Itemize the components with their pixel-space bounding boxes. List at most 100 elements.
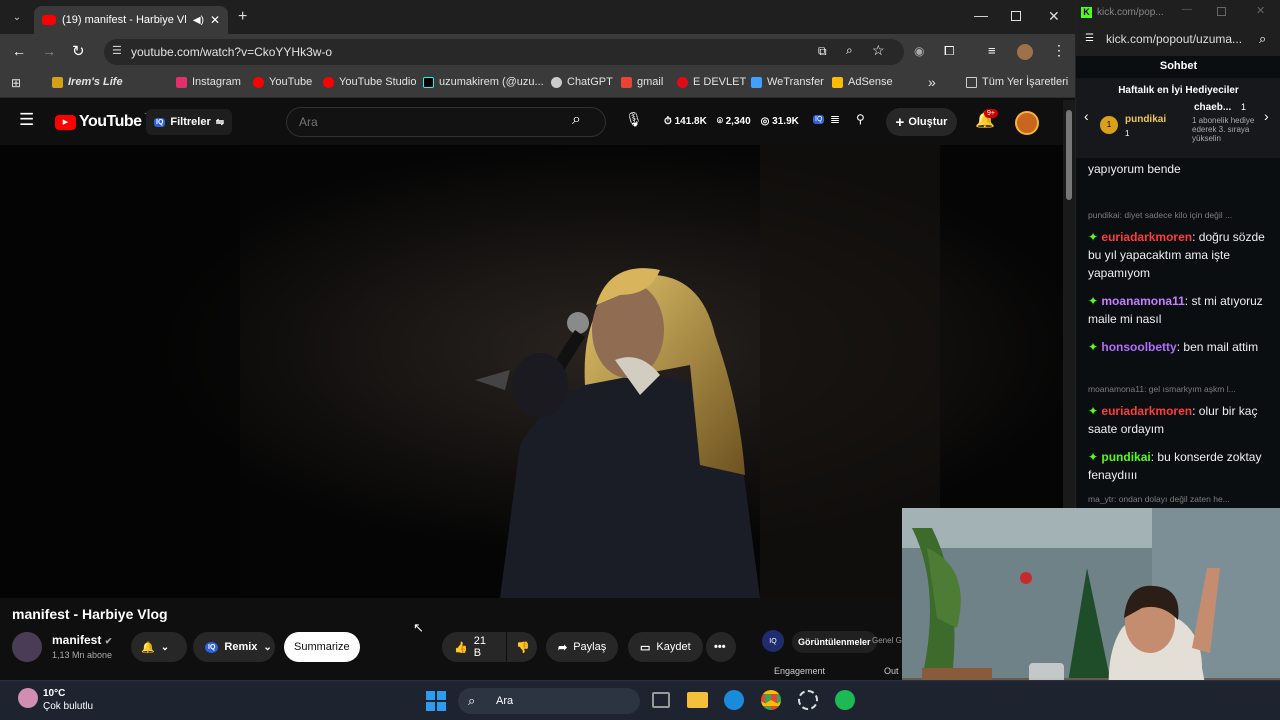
- hamburger-menu-icon[interactable]: ☰: [19, 110, 34, 130]
- menu-icon[interactable]: ⋮: [1052, 42, 1066, 59]
- obs-icon[interactable]: [798, 690, 818, 710]
- chat-maximize-icon[interactable]: [1217, 7, 1226, 16]
- views-tab[interactable]: Görüntülenmeler: [792, 631, 877, 653]
- close-window-icon[interactable]: ✕: [1048, 8, 1060, 25]
- top-gifter-name: pundikai: [1125, 114, 1167, 125]
- address-bar-row: ← → ↻ youtube.com/watch?v=CkoYYHk3w-o ☰ …: [0, 34, 1075, 70]
- bookmark-wetransfer[interactable]: WeTransfer: [751, 76, 824, 88]
- tiktok-icon: [423, 76, 434, 88]
- bookmark-label: AdSense: [848, 76, 893, 88]
- general-tab[interactable]: Genel G: [872, 636, 902, 645]
- channel-name[interactable]: manifest ✔: [52, 633, 112, 647]
- bookmark-gmail[interactable]: gmail: [621, 76, 663, 88]
- popout-settings-icon[interactable]: ☰: [1085, 33, 1094, 44]
- scrollbar-thumb[interactable]: [1066, 110, 1072, 200]
- new-tab-icon[interactable]: +: [238, 8, 247, 26]
- chrome-icon[interactable]: [761, 690, 781, 710]
- chat-message-continuation: yapıyorum bende: [1088, 162, 1181, 176]
- like-button[interactable]: 👍 21 B: [442, 632, 506, 662]
- audio-icon[interactable]: ◀): [193, 15, 204, 26]
- maximize-icon[interactable]: [1011, 11, 1021, 21]
- gifters-next-icon[interactable]: ›: [1264, 108, 1269, 124]
- windows-taskbar: 10°C Çok bulutlu ⌕ Ara: [0, 680, 1280, 720]
- windows-start-icon[interactable]: [426, 691, 446, 711]
- all-bookmarks[interactable]: Tüm Yer İşaretleri: [966, 76, 1068, 88]
- back-icon[interactable]: ←: [12, 43, 26, 59]
- apps-icon[interactable]: ⊞: [11, 76, 21, 90]
- iq-extension-icon[interactable]: IQ: [813, 115, 825, 124]
- spotify-icon[interactable]: [835, 690, 855, 710]
- chat-username[interactable]: honsoolbetty: [1101, 340, 1176, 354]
- zoom-icon[interactable]: ⌕: [846, 43, 853, 58]
- remix-button[interactable]: IQ Remix ⌄: [193, 632, 275, 662]
- reload-icon[interactable]: ↻: [72, 42, 85, 60]
- save-button[interactable]: ▭ Kaydet: [628, 632, 703, 662]
- bookmark-label: E DEVLET: [693, 76, 747, 88]
- chat-message: ✦ moanamona11: st mi atıyoruz maile mi n…: [1088, 292, 1268, 328]
- bookmark-chatgpt[interactable]: ChatGPT: [551, 76, 613, 88]
- chat-username[interactable]: euriadarkmoren: [1101, 230, 1192, 244]
- bookmark-irems-life[interactable]: Irem's Life: [52, 76, 123, 88]
- filters-button[interactable]: IQ Filtreler ⇋: [146, 109, 233, 135]
- microphone-icon[interactable]: 🎙: [625, 111, 643, 128]
- filter-sliders-icon: ⇋: [215, 116, 225, 128]
- bookmark-star-icon[interactable]: ☆: [872, 42, 885, 59]
- summarize-button[interactable]: Summarize: [284, 632, 360, 662]
- gift-promo-text: 1 abonelik hediye ederek 3. sıraya yükse…: [1192, 116, 1255, 143]
- search-icon[interactable]: ⌕: [572, 111, 581, 129]
- youtube-search-box[interactable]: ⌕: [286, 107, 606, 137]
- youtube-logo-text: YouTube: [79, 113, 142, 130]
- instagram-icon: [176, 76, 187, 88]
- bookmark-youtube-studio[interactable]: YouTube Studio: [323, 76, 416, 88]
- bookmark-tiktok[interactable]: uzumakirem (@uzu...: [423, 76, 544, 88]
- tab-close-icon[interactable]: ✕: [210, 13, 220, 27]
- comments-stat: ◎ 31.9K: [760, 116, 799, 127]
- popout-search-icon[interactable]: ⌕: [1259, 31, 1266, 47]
- task-view-icon[interactable]: [652, 692, 670, 708]
- forward-icon[interactable]: →: [42, 43, 56, 59]
- chat-reply-context: moanamona11: gel ısmarkyım aşkm l...: [1088, 384, 1236, 394]
- chat-minimize-icon[interactable]: —: [1182, 4, 1192, 15]
- chat-username[interactable]: moanamona11: [1101, 294, 1184, 308]
- extensions-puzzle-icon[interactable]: ⧠: [944, 43, 954, 59]
- extension-icon[interactable]: ◉: [914, 44, 924, 58]
- youtube-logo[interactable]: ▶ YouTube TR: [55, 113, 154, 131]
- bookmark-label: Instagram: [192, 76, 241, 88]
- weather-icon[interactable]: [18, 688, 38, 708]
- bookmark-youtube[interactable]: YouTube: [253, 76, 312, 88]
- chat-username[interactable]: euriadarkmoren: [1101, 404, 1192, 418]
- file-explorer-icon[interactable]: [687, 692, 708, 708]
- subscription-bell-button[interactable]: 🔔 ⌄: [131, 632, 187, 662]
- dislike-button[interactable]: 👎: [507, 632, 537, 662]
- chat-username[interactable]: pundikai: [1101, 450, 1150, 464]
- bookmarks-overflow-icon[interactable]: »: [928, 74, 936, 90]
- extension-tool-icon[interactable]: ⚲: [856, 112, 865, 126]
- sub-badge-icon: ✦: [1088, 404, 1102, 418]
- site-info-icon[interactable]: ☰: [112, 44, 122, 57]
- taskbar-search[interactable]: ⌕ Ara: [458, 688, 640, 714]
- share-button[interactable]: ➦ Paylaş: [546, 632, 619, 662]
- chat-message: ✦ pundikai: bu konserde zoktay fenaydııı…: [1088, 448, 1268, 484]
- bookmark-label: WeTransfer: [767, 76, 824, 88]
- cast-icon[interactable]: ⧉: [818, 44, 827, 59]
- edge-icon[interactable]: [724, 690, 744, 710]
- chat-close-icon[interactable]: ✕: [1256, 4, 1265, 17]
- search-input[interactable]: [299, 115, 539, 129]
- bookmark-adsense[interactable]: AdSense: [832, 76, 893, 88]
- media-icon[interactable]: ≡: [988, 43, 996, 58]
- wetransfer-icon: [751, 76, 762, 88]
- more-actions-button[interactable]: •••: [706, 632, 736, 662]
- bookmark-e-devlet[interactable]: E DEVLET: [677, 76, 746, 88]
- url-field[interactable]: youtube.com/watch?v=CkoYYHk3w-o: [104, 39, 904, 65]
- create-button[interactable]: + Oluştur: [886, 108, 957, 136]
- gifters-prev-icon[interactable]: ‹: [1084, 108, 1089, 124]
- minimize-icon[interactable]: —: [974, 7, 988, 23]
- save-icon: ▭: [640, 641, 651, 654]
- profile-avatar[interactable]: [1017, 44, 1033, 60]
- bookmark-instagram[interactable]: Instagram: [176, 76, 241, 88]
- tab-search-icon[interactable]: ⌄: [8, 8, 26, 26]
- account-avatar[interactable]: [1015, 111, 1039, 135]
- browser-tab[interactable]: (19) manifest - Harbiye Vlog ◀) ✕: [34, 6, 228, 34]
- channel-avatar[interactable]: [12, 632, 42, 662]
- list-icon[interactable]: ≣: [830, 112, 840, 126]
